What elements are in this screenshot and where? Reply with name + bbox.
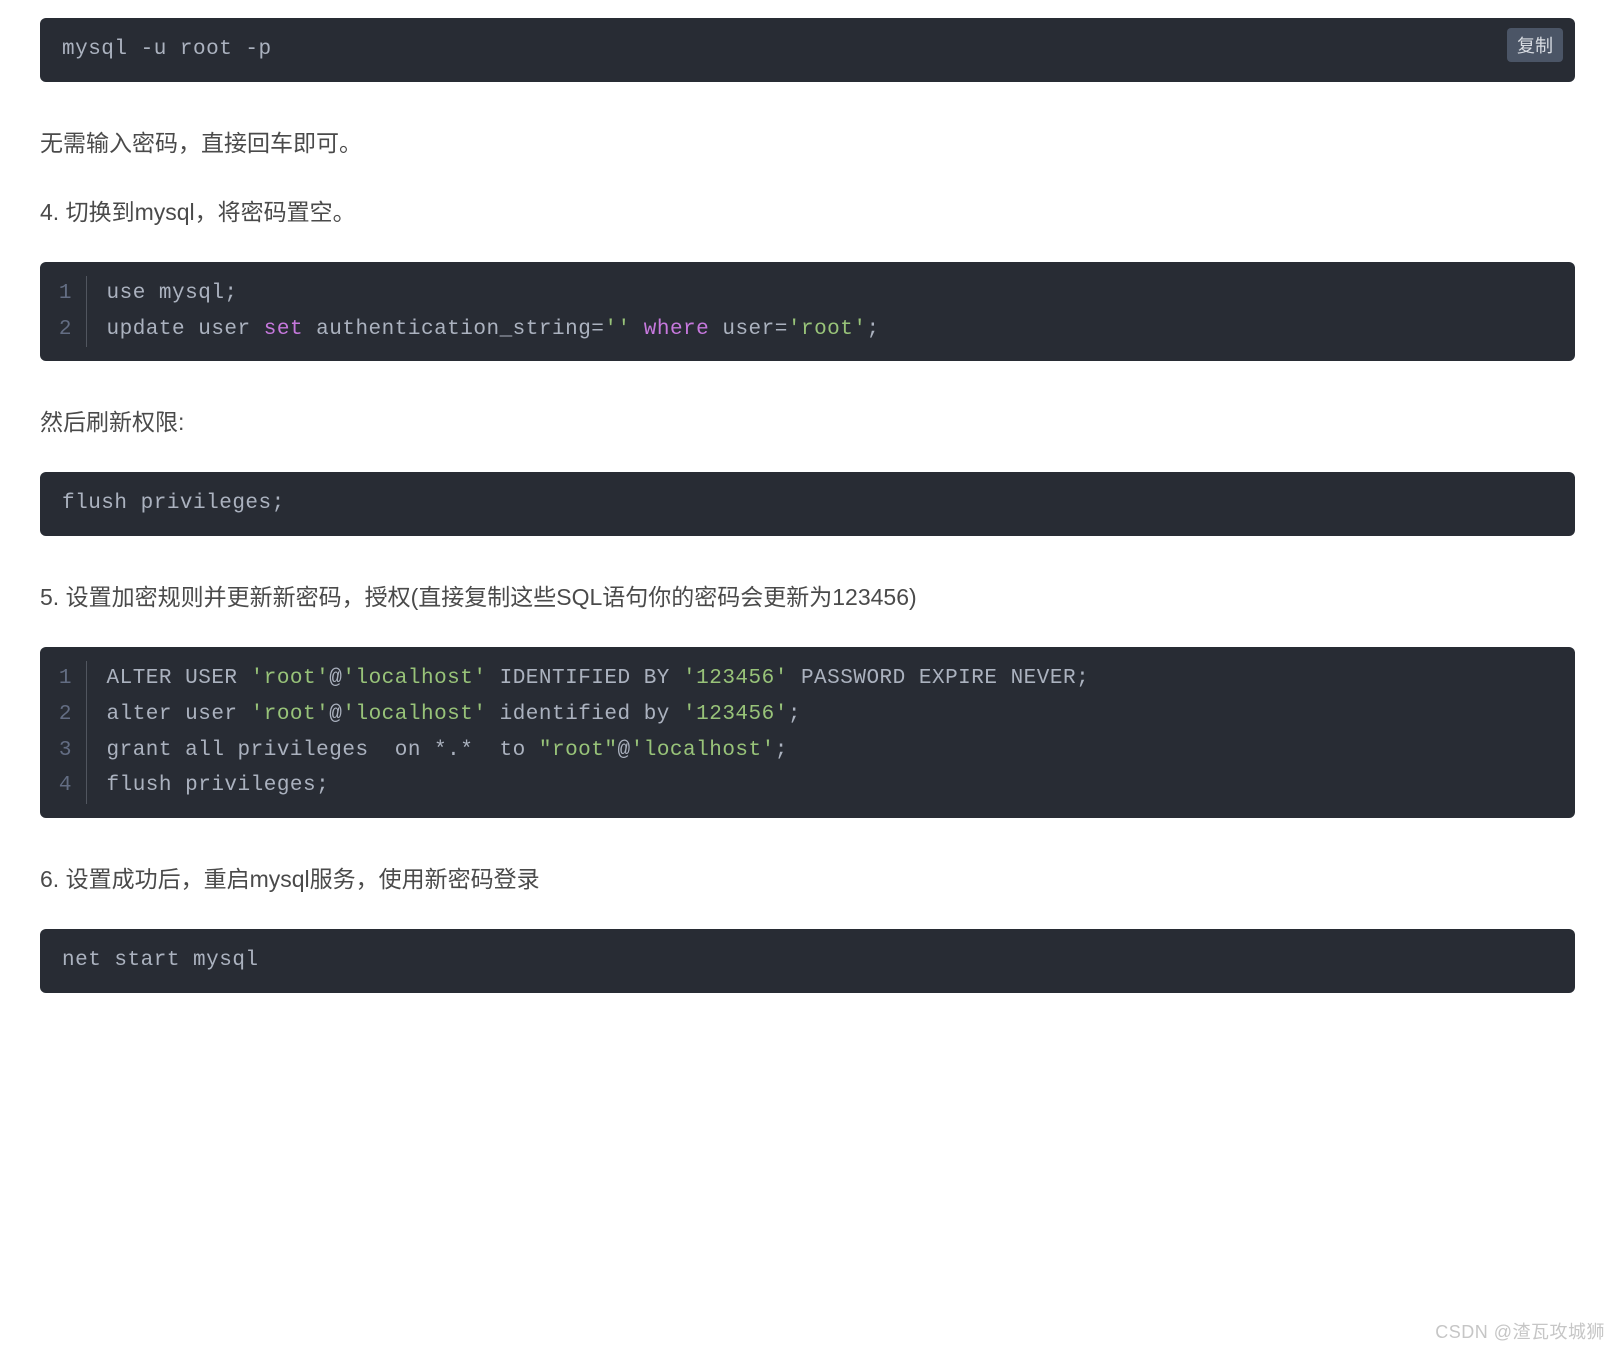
code-block-4: 1 ALTER USER 'root'@'localhost' IDENTIFI… [40, 647, 1575, 818]
code-block-1: 复制 mysql -u root -p [40, 18, 1575, 82]
code-line: flush privileges; [62, 486, 1553, 522]
code-line: ALTER USER 'root'@'localhost' IDENTIFIED… [86, 661, 1553, 697]
code-line: use mysql; [86, 276, 1553, 312]
code-line: grant all privileges on *.* to "root"@'l… [86, 733, 1553, 769]
line-number: 2 [40, 312, 86, 348]
code-block-3: flush privileges; [40, 472, 1575, 536]
code-row: 2 alter user 'root'@'localhost' identifi… [40, 697, 1553, 733]
code-row: 2 update user set authentication_string=… [40, 312, 1553, 348]
code-line: alter user 'root'@'localhost' identified… [86, 697, 1553, 733]
code-block-2: 1 use mysql; 2 update user set authentic… [40, 262, 1575, 361]
code-row: 4 flush privileges; [40, 768, 1553, 804]
code-row: 1 use mysql; [40, 276, 1553, 312]
code-block-5: net start mysql [40, 929, 1575, 993]
code-line: mysql -u root -p [62, 32, 1553, 68]
code-line: net start mysql [62, 943, 1553, 979]
step-6-heading: 6. 设置成功后，重启mysql服务，使用新密码登录 [40, 860, 1575, 899]
line-number: 3 [40, 733, 86, 769]
article-body: 复制 mysql -u root -p 无需输入密码，直接回车即可。 4. 切换… [0, 18, 1615, 993]
line-number: 1 [40, 661, 86, 697]
watermark: CSDN @渣瓦攻城狮 [1435, 1317, 1605, 1348]
code-row: 3 grant all privileges on *.* to "root"@… [40, 733, 1553, 769]
code-row: 1 ALTER USER 'root'@'localhost' IDENTIFI… [40, 661, 1553, 697]
code-line: update user set authentication_string=''… [86, 312, 1553, 348]
line-number: 4 [40, 768, 86, 804]
code-line: flush privileges; [86, 768, 1553, 804]
step-5-heading: 5. 设置加密规则并更新新密码，授权(直接复制这些SQL语句你的密码会更新为12… [40, 578, 1575, 617]
paragraph: 无需输入密码，直接回车即可。 [40, 124, 1575, 163]
line-number: 2 [40, 697, 86, 733]
copy-button[interactable]: 复制 [1507, 28, 1563, 62]
step-4-heading: 4. 切换到mysql，将密码置空。 [40, 193, 1575, 232]
paragraph: 然后刷新权限: [40, 403, 1575, 442]
line-number: 1 [40, 276, 86, 312]
